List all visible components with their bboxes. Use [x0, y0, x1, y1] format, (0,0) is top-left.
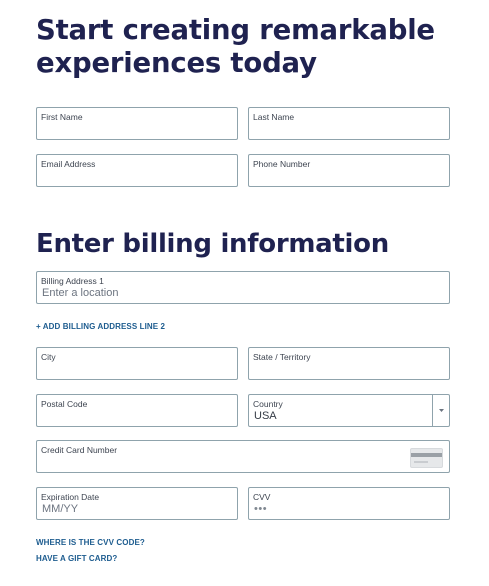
- phone-label: Phone Number: [253, 159, 311, 169]
- credit-card-field[interactable]: Credit Card Number: [36, 440, 450, 473]
- add-billing-line-2-link[interactable]: + ADD BILLING ADDRESS LINE 2: [36, 322, 165, 331]
- gift-card-link[interactable]: HAVE A GIFT CARD?: [36, 554, 117, 563]
- city-label: City: [41, 352, 56, 362]
- first-name-label: First Name: [41, 112, 83, 122]
- phone-field[interactable]: Phone Number: [248, 154, 450, 187]
- state-field[interactable]: State / Territory: [248, 347, 450, 380]
- cvv-help-link[interactable]: WHERE IS THE CVV CODE?: [36, 538, 145, 547]
- postal-code-field[interactable]: Postal Code: [36, 394, 238, 427]
- email-field[interactable]: Email Address: [36, 154, 238, 187]
- cvv-label: CVV: [253, 492, 271, 502]
- last-name-label: Last Name: [253, 112, 295, 122]
- chevron-down-icon[interactable]: [439, 409, 444, 412]
- billing-address-1-label: Billing Address 1: [41, 276, 104, 286]
- city-field[interactable]: City: [36, 347, 238, 380]
- billing-heading: Enter billing information: [36, 229, 389, 259]
- postal-code-label: Postal Code: [41, 399, 88, 409]
- expiration-label: Expiration Date: [41, 492, 100, 502]
- billing-address-1-placeholder: Enter a location: [42, 287, 119, 299]
- expiration-placeholder: MM/YY: [42, 503, 79, 515]
- country-label: Country: [253, 399, 283, 409]
- credit-card-icon: [410, 448, 443, 468]
- select-divider: [432, 395, 433, 426]
- card-stripe: [411, 453, 442, 457]
- page-title: Start creating remarkable experiences to…: [36, 14, 435, 79]
- credit-card-label: Credit Card Number: [41, 445, 118, 455]
- cvv-placeholder: •••: [254, 503, 268, 515]
- expiration-field[interactable]: Expiration Date MM/YY: [36, 487, 238, 520]
- card-line: [414, 461, 428, 463]
- country-value: USA: [254, 410, 277, 422]
- country-select[interactable]: Country USA: [248, 394, 450, 427]
- billing-address-1-field[interactable]: Billing Address 1 Enter a location: [36, 271, 450, 304]
- state-label: State / Territory: [253, 352, 311, 362]
- cvv-field[interactable]: CVV •••: [248, 487, 450, 520]
- first-name-field[interactable]: First Name: [36, 107, 238, 140]
- email-label: Email Address: [41, 159, 96, 169]
- last-name-field[interactable]: Last Name: [248, 107, 450, 140]
